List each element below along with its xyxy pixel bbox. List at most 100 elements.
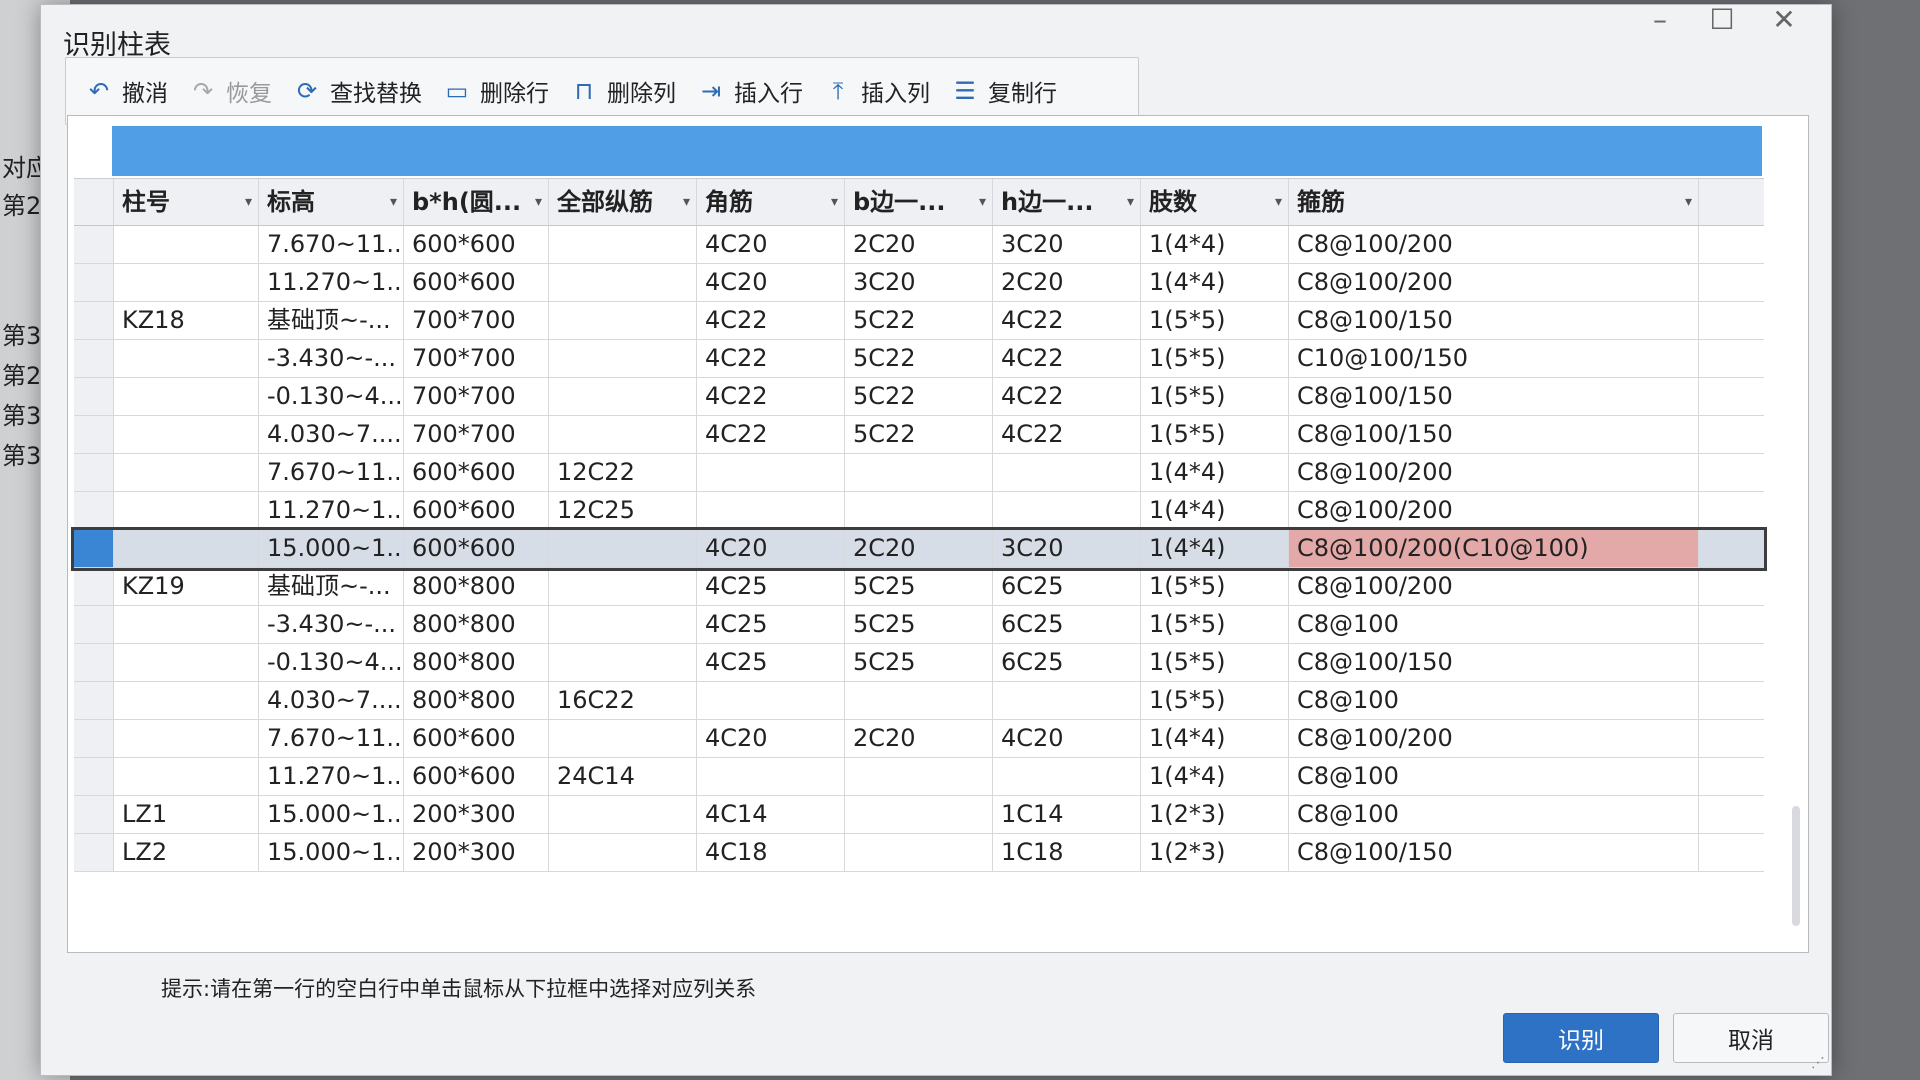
vertical-scrollbar[interactable] <box>1792 806 1800 926</box>
table-cell[interactable]: 200*300 <box>404 796 549 833</box>
table-cell[interactable]: 5C22 <box>845 378 993 415</box>
table-cell[interactable]: C8@100/150 <box>1289 378 1699 415</box>
table-cell[interactable]: 600*600 <box>404 530 549 567</box>
table-cell[interactable]: 基础顶~-... <box>259 568 404 605</box>
dropdown-arrow-icon[interactable]: ▾ <box>683 179 690 225</box>
table-cell[interactable]: 1(5*5) <box>1141 606 1289 643</box>
dropdown-arrow-icon[interactable]: ▾ <box>1275 179 1282 225</box>
table-cell[interactable]: C8@100/150 <box>1289 302 1699 339</box>
table-cell[interactable]: 1(5*5) <box>1141 302 1289 339</box>
table-cell[interactable]: 24C14 <box>549 758 697 795</box>
table-cell[interactable]: C8@100/200 <box>1289 568 1699 605</box>
table-cell[interactable]: 基础顶~-... <box>259 302 404 339</box>
table-cell[interactable]: C10@100/150 <box>1289 340 1699 377</box>
table-cell[interactable]: 5C25 <box>845 644 993 681</box>
table-row[interactable]: -0.130~4.... 800*800 4C25 5C25 6C25 1(5*5) C8@… <box>74 644 1764 682</box>
table-cell[interactable]: 1(4*4) <box>1141 492 1289 529</box>
table-cell[interactable]: 1(5*5) <box>1141 644 1289 681</box>
table-cell[interactable]: 2C20 <box>993 264 1141 301</box>
table-cell[interactable] <box>549 796 697 833</box>
table-cell[interactable] <box>845 834 993 871</box>
table-cell[interactable]: 600*600 <box>404 758 549 795</box>
table-cell[interactable]: C8@100/150 <box>1289 834 1699 871</box>
table-cell[interactable] <box>114 758 259 795</box>
table-cell[interactable]: 1(5*5) <box>1141 568 1289 605</box>
table-cell[interactable]: 2C20 <box>845 226 993 263</box>
table-cell[interactable]: 800*800 <box>404 682 549 719</box>
table-row[interactable]: LZ1 15.000~1... 200*300 4C14 1C14 1(2*3) C8@10… <box>74 796 1764 834</box>
row-selector[interactable] <box>74 302 114 339</box>
close-icon[interactable]: ✕ <box>1767 5 1801 39</box>
row-selector[interactable] <box>74 720 114 757</box>
table-cell[interactable]: C8@100 <box>1289 682 1699 719</box>
table-cell[interactable]: 3C20 <box>993 530 1141 567</box>
table-cell[interactable]: 3C20 <box>845 264 993 301</box>
column-header[interactable]: 标高 ▾ <box>259 179 404 225</box>
table-row[interactable]: 15.000~1... 600*600 4C20 2C20 3C20 1(4*4) C8@1… <box>71 527 1767 571</box>
row-selector[interactable] <box>74 264 114 301</box>
table-cell[interactable]: C8@100/200 <box>1289 264 1699 301</box>
table-cell[interactable]: 700*700 <box>404 340 549 377</box>
table-cell[interactable]: 4C22 <box>697 340 845 377</box>
table-cell[interactable]: 4C22 <box>993 416 1141 453</box>
table-cell[interactable]: 4C25 <box>697 606 845 643</box>
table-cell[interactable] <box>549 226 697 263</box>
table-cell[interactable]: 11.270~1... <box>259 264 404 301</box>
table-cell[interactable]: 1(4*4) <box>1141 226 1289 263</box>
table-cell[interactable]: 1C14 <box>993 796 1141 833</box>
table-cell[interactable]: 7.670~11... <box>259 720 404 757</box>
table-cell[interactable] <box>114 340 259 377</box>
table-cell[interactable]: 800*800 <box>404 568 549 605</box>
row-selector[interactable] <box>74 834 114 871</box>
table-cell[interactable]: 4C22 <box>993 378 1141 415</box>
row-selector[interactable] <box>74 340 114 377</box>
table-cell[interactable]: 7.670~11... <box>259 226 404 263</box>
table-cell[interactable] <box>549 416 697 453</box>
table-cell[interactable]: 600*600 <box>404 264 549 301</box>
table-row[interactable]: 7.670~11... 600*600 12C22 1(4*4) C8@100/200 <box>74 454 1764 492</box>
table-cell[interactable]: -0.130~4.... <box>259 644 404 681</box>
table-cell[interactable]: 1(5*5) <box>1141 378 1289 415</box>
table-cell[interactable]: KZ18 <box>114 302 259 339</box>
table-cell[interactable]: 12C25 <box>549 492 697 529</box>
column-header[interactable]: b*h(圆... ▾ <box>404 179 549 225</box>
table-cell[interactable]: 6C25 <box>993 568 1141 605</box>
table-cell[interactable]: 2C20 <box>845 720 993 757</box>
table-cell[interactable] <box>114 416 259 453</box>
table-cell[interactable] <box>993 682 1141 719</box>
dropdown-arrow-icon[interactable]: ▾ <box>245 179 252 225</box>
row-selector[interactable] <box>74 644 114 681</box>
cancel-button[interactable]: 取消 <box>1673 1013 1829 1063</box>
table-cell[interactable] <box>845 758 993 795</box>
table-row[interactable]: KZ19 基础顶~-... 800*800 4C25 5C25 6C25 1(5*5) C8@… <box>74 568 1764 606</box>
table-cell[interactable]: 700*700 <box>404 416 549 453</box>
dropdown-arrow-icon[interactable]: ▾ <box>1127 179 1134 225</box>
row-selector[interactable] <box>74 682 114 719</box>
table-cell[interactable]: 3C20 <box>993 226 1141 263</box>
table-cell[interactable]: 5C22 <box>845 340 993 377</box>
table-cell[interactable] <box>845 454 993 491</box>
table-cell[interactable] <box>114 492 259 529</box>
table-cell[interactable] <box>993 454 1141 491</box>
table-cell[interactable] <box>549 606 697 643</box>
delete-column-button[interactable]: ⊓ 删除列 <box>561 67 684 115</box>
table-row[interactable]: 11.270~1... 600*600 4C20 3C20 2C20 1(4*4) C8@1… <box>74 264 1764 302</box>
undo-button[interactable]: ↶ 撤消 <box>76 67 176 115</box>
table-cell[interactable] <box>697 758 845 795</box>
column-header[interactable]: 肢数 ▾ <box>1141 179 1289 225</box>
table-row[interactable]: 4.030~7.... 700*700 4C22 5C22 4C22 1(5*5) C8@1… <box>74 416 1764 454</box>
table-cell[interactable]: 1(5*5) <box>1141 340 1289 377</box>
table-cell[interactable]: C8@100 <box>1289 796 1699 833</box>
table-cell[interactable]: 4C25 <box>697 644 845 681</box>
table-cell[interactable]: -3.430~-... <box>259 340 404 377</box>
table-row[interactable]: -0.130~4.... 700*700 4C22 5C22 4C22 1(5*5) C8@… <box>74 378 1764 416</box>
row-selector[interactable] <box>74 758 114 795</box>
table-cell[interactable]: 12C22 <box>549 454 697 491</box>
table-cell[interactable] <box>549 644 697 681</box>
table-cell[interactable]: 4.030~7.... <box>259 416 404 453</box>
row-selector[interactable] <box>74 530 114 567</box>
table-cell[interactable]: 700*700 <box>404 378 549 415</box>
table-cell[interactable]: 600*600 <box>404 454 549 491</box>
table-row[interactable]: LZ2 15.000~1... 200*300 4C18 1C18 1(2*3) C8@10… <box>74 834 1764 872</box>
table-cell[interactable]: -3.430~-... <box>259 606 404 643</box>
